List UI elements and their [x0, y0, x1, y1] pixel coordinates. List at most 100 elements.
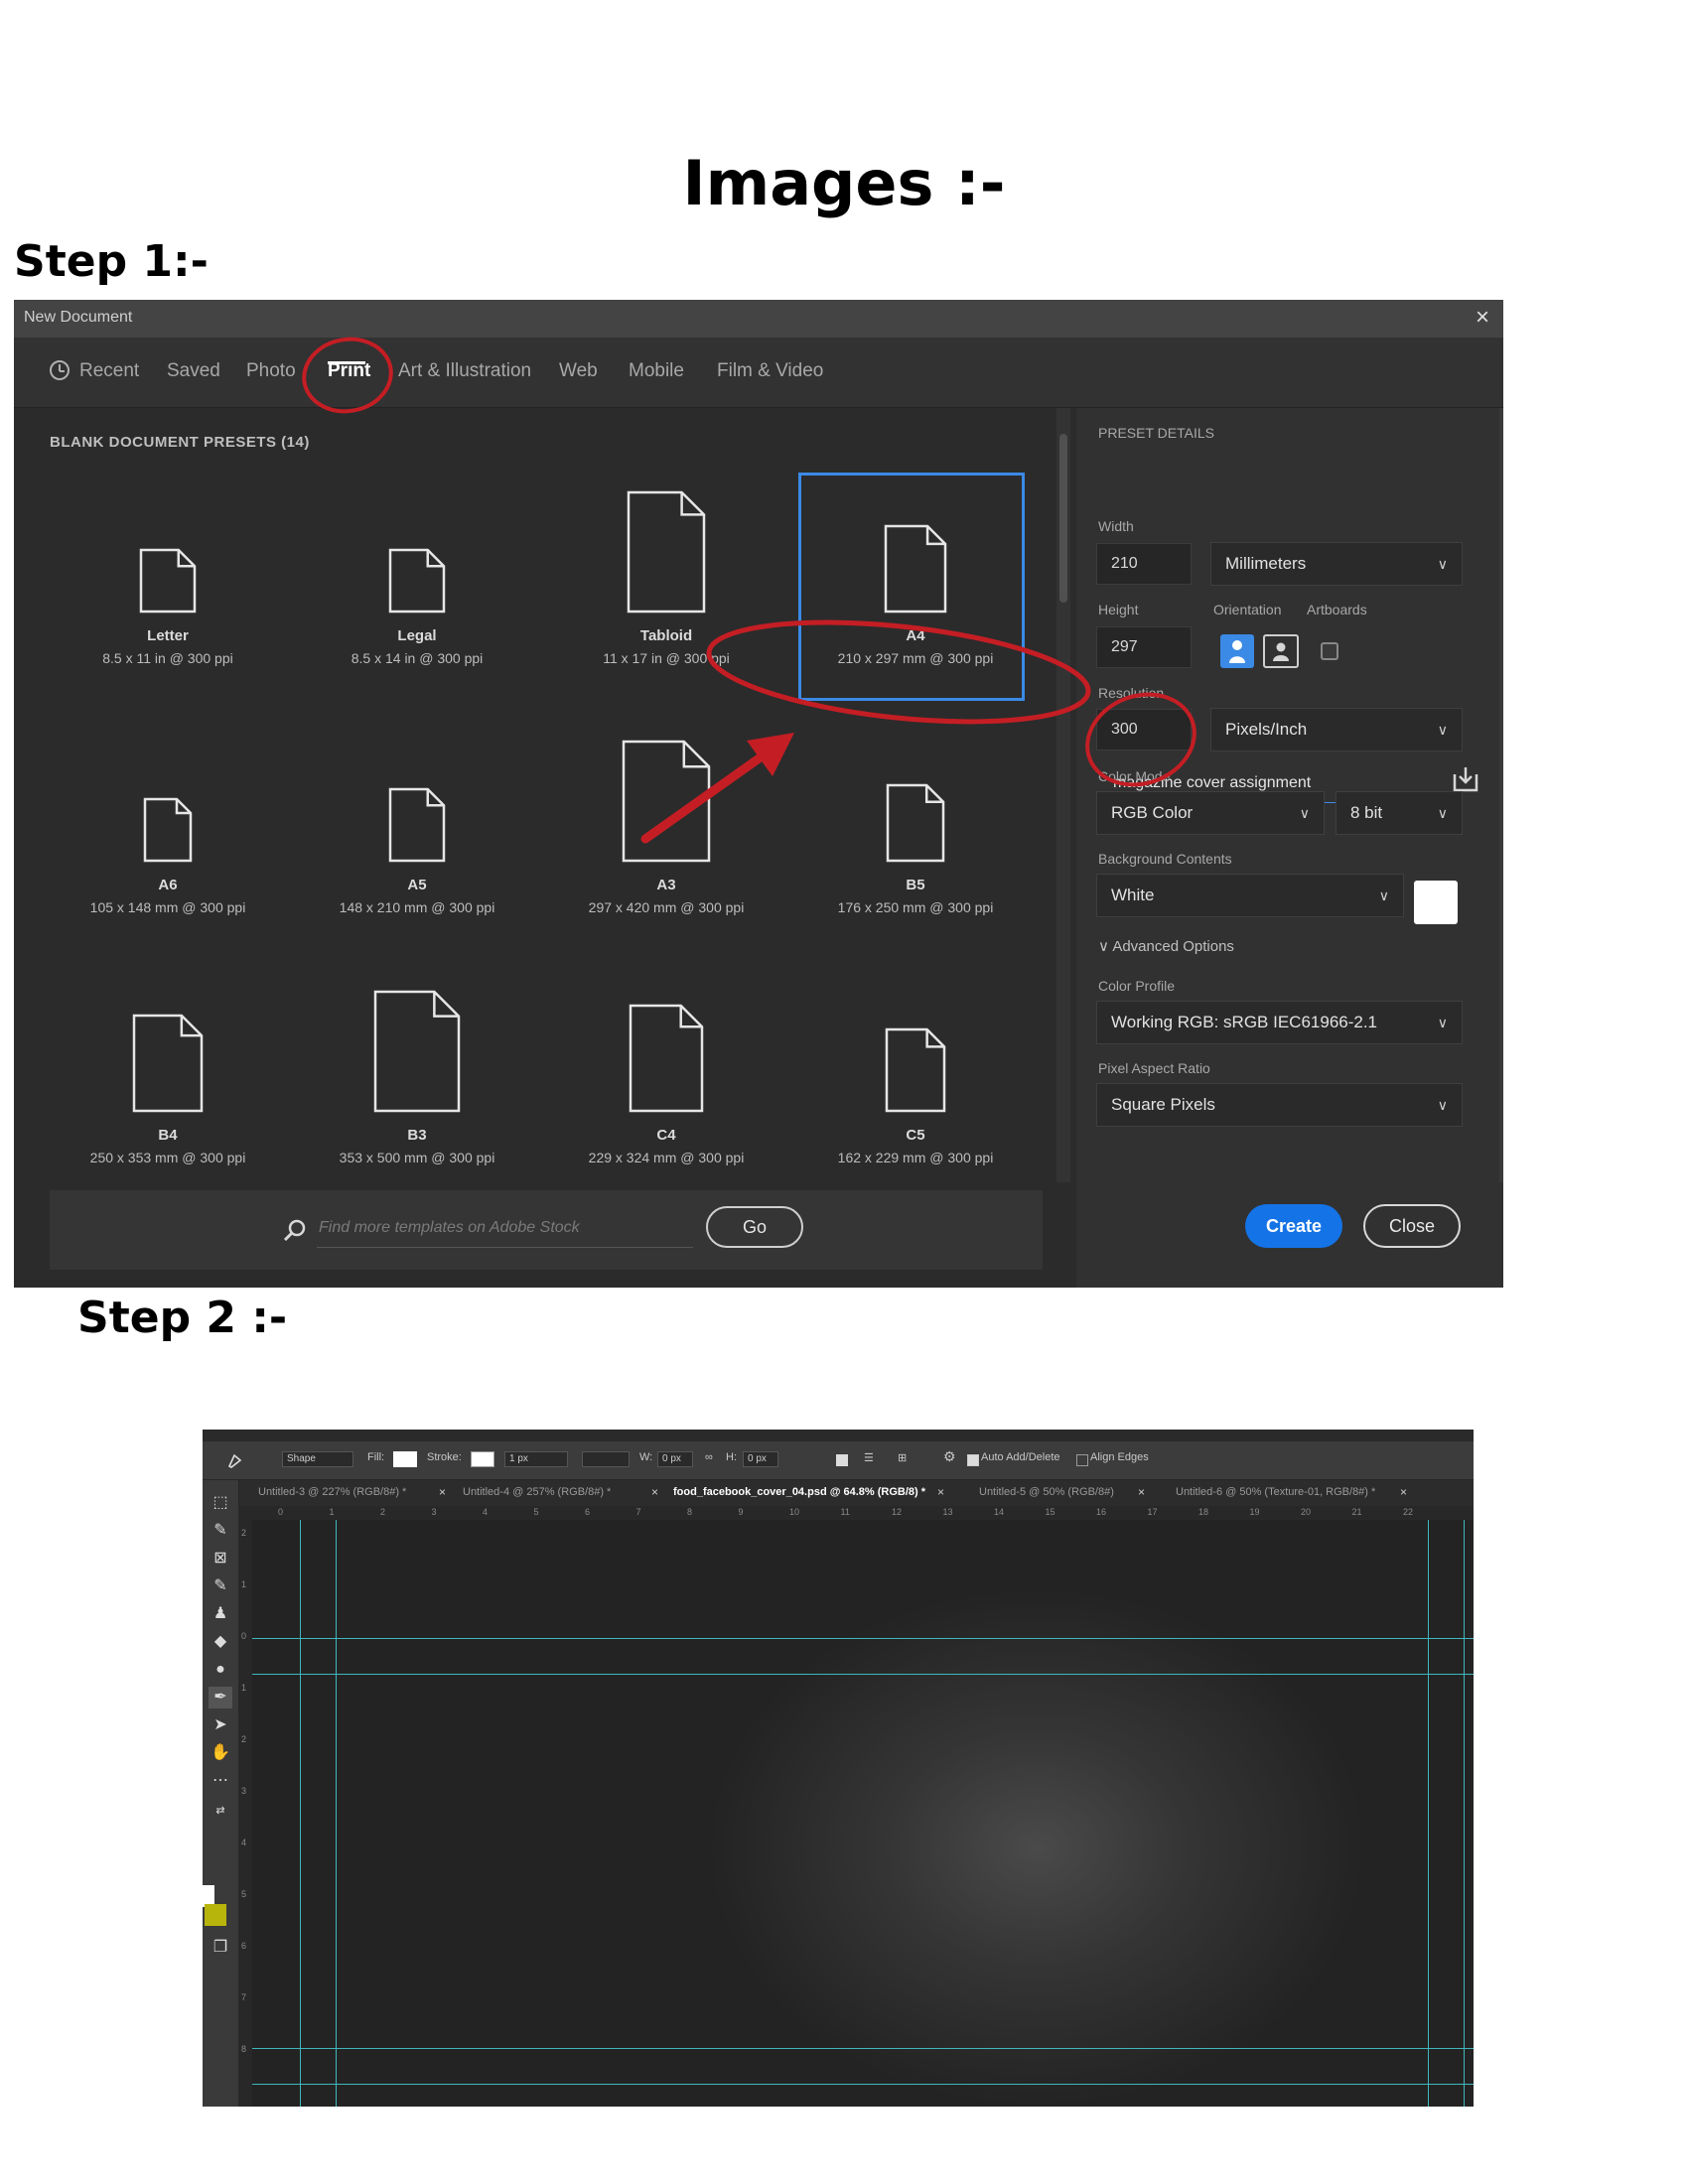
more-tools-icon[interactable]: ⋯	[209, 1770, 232, 1792]
close-icon[interactable]: ×	[1476, 304, 1489, 332]
chevron-down-icon: ∨	[1437, 1097, 1448, 1113]
w-field[interactable]: 0 px	[657, 1451, 693, 1467]
path-operations-icon[interactable]	[836, 1454, 848, 1466]
eraser-tool-icon[interactable]: ◆	[209, 1631, 232, 1653]
background-color-swatch[interactable]	[1414, 881, 1458, 924]
preset-a4[interactable]: A4 210 x 297 mm @ 300 ppi	[806, 488, 1025, 666]
tab-recent[interactable]: Recent	[79, 360, 139, 382]
healing-tool-icon[interactable]: ✎	[209, 1575, 232, 1597]
preset-a6[interactable]: A6 105 x 148 mm @ 300 ppi	[59, 738, 277, 915]
guide-line[interactable]	[252, 2048, 1474, 2049]
resolution-unit-dropdown[interactable]: Pixels/Inch ∨	[1210, 708, 1463, 751]
bit-depth-dropdown[interactable]: 8 bit ∨	[1336, 791, 1463, 835]
save-preset-icon[interactable]	[1451, 764, 1480, 794]
brush-tool-icon[interactable]: ✎	[209, 1520, 232, 1542]
preset-b4[interactable]: B4 250 x 353 mm @ 300 ppi	[59, 988, 277, 1165]
preset-b3[interactable]: B3 353 x 500 mm @ 300 ppi	[308, 988, 526, 1165]
preset-details-panel	[1076, 408, 1503, 1288]
auto-add-delete-checkbox[interactable]	[967, 1454, 979, 1466]
preset-c4[interactable]: C4 229 x 324 mm @ 300 ppi	[557, 988, 775, 1165]
background-contents-dropdown[interactable]: White ∨	[1096, 874, 1404, 917]
preset-legal[interactable]: Legal 8.5 x 14 in @ 300 ppi	[308, 488, 526, 666]
width-unit-dropdown[interactable]: Millimeters ∨	[1210, 542, 1463, 586]
close-icon[interactable]: ×	[937, 1485, 944, 1499]
burn-tool-icon[interactable]: ●	[209, 1659, 232, 1681]
preset-a5[interactable]: A5 148 x 210 mm @ 300 ppi	[308, 738, 526, 915]
close-icon[interactable]: ×	[651, 1485, 658, 1499]
tool-mode-dropdown[interactable]: Shape	[282, 1451, 353, 1467]
guide-line[interactable]	[300, 1520, 301, 2107]
chevron-down-icon: ∨	[1378, 887, 1389, 903]
align-edges-checkbox[interactable]	[1076, 1454, 1088, 1466]
pen-tool-icon[interactable]	[226, 1451, 246, 1469]
doc-tab[interactable]: Untitled-5 @ 50% (RGB/8#)	[979, 1486, 1114, 1498]
resolution-field[interactable]: 300	[1096, 709, 1192, 751]
close-icon[interactable]: ×	[1400, 1485, 1407, 1499]
go-button[interactable]: Go	[706, 1206, 803, 1248]
marquee-tool-icon[interactable]: ⬚	[209, 1492, 232, 1514]
color-profile-dropdown[interactable]: Working RGB: sRGB IEC61966-2.1 ∨	[1096, 1001, 1463, 1044]
landscape-orientation-button[interactable]	[1263, 634, 1299, 668]
details-scrollbar[interactable]	[1499, 408, 1503, 1182]
doc-tab[interactable]: Untitled-4 @ 257% (RGB/8#) *	[463, 1486, 611, 1498]
doc-tab-active[interactable]: food_facebook_cover_04.psd @ 64.8% (RGB/…	[673, 1486, 925, 1498]
stroke-swatch[interactable]	[471, 1451, 494, 1467]
preset-c5[interactable]: C5 162 x 229 mm @ 300 ppi	[806, 988, 1025, 1165]
preset-tabloid[interactable]: Tabloid 11 x 17 in @ 300 ppi	[557, 488, 775, 666]
height-field[interactable]: 297	[1096, 626, 1192, 668]
preset-b5[interactable]: B5 176 x 250 mm @ 300 ppi	[806, 738, 1025, 915]
link-icon[interactable]: ∞	[705, 1451, 713, 1463]
ruler-tick-label: 12	[892, 1507, 903, 1517]
document-canvas[interactable]	[252, 1520, 1474, 2107]
advanced-options-toggle[interactable]: ∨ Advanced Options	[1098, 937, 1234, 955]
path-arrangement-icon[interactable]: ⊞	[898, 1451, 907, 1464]
fill-swatch[interactable]	[393, 1451, 417, 1467]
tab-mobile[interactable]: Mobile	[629, 360, 684, 382]
create-button[interactable]: Create	[1245, 1204, 1342, 1248]
width-field[interactable]: 210	[1096, 543, 1192, 585]
tab-film-video[interactable]: Film & Video	[717, 360, 823, 382]
doc-tab[interactable]: Untitled-3 @ 227% (RGB/8#) *	[258, 1486, 406, 1498]
guide-line[interactable]	[252, 1674, 1474, 1675]
pixel-aspect-value: Square Pixels	[1111, 1095, 1215, 1114]
guide-line[interactable]	[1428, 1520, 1429, 2107]
screen-mode-icon[interactable]: ❐	[209, 1937, 232, 1959]
artboards-checkbox[interactable]	[1321, 642, 1338, 660]
close-button[interactable]: Close	[1363, 1204, 1461, 1248]
close-icon[interactable]: ×	[439, 1485, 446, 1499]
stamp-tool-icon[interactable]: ♟	[209, 1603, 232, 1625]
close-icon[interactable]: ×	[1138, 1485, 1145, 1499]
guide-line[interactable]	[1464, 1520, 1465, 2107]
guide-line[interactable]	[252, 1638, 1474, 1639]
swap-colors-icon[interactable]: ⇄	[209, 1800, 232, 1822]
doc-tab[interactable]: Untitled-6 @ 50% (Texture-01, RGB/8#) *	[1176, 1486, 1375, 1498]
frame-tool-icon[interactable]: ⊠	[209, 1548, 232, 1570]
pen-tool-icon[interactable]: ✒	[209, 1687, 232, 1708]
chevron-down-icon: ∨	[1437, 805, 1448, 821]
color-mode-dropdown[interactable]: RGB Color ∨	[1096, 791, 1325, 835]
guide-line[interactable]	[252, 2084, 1474, 2085]
gear-icon[interactable]: ⚙	[943, 1448, 956, 1465]
preset-a3[interactable]: A3 297 x 420 mm @ 300 ppi	[557, 738, 775, 915]
tab-art-illustration[interactable]: Art & Illustration	[398, 360, 531, 382]
tab-web[interactable]: Web	[559, 360, 598, 382]
presets-scrollbar-thumb[interactable]	[1059, 434, 1067, 603]
pixel-aspect-label: Pixel Aspect Ratio	[1098, 1060, 1210, 1076]
guide-line[interactable]	[336, 1520, 337, 2107]
tab-photo[interactable]: Photo	[246, 360, 296, 382]
preset-size: 250 x 353 mm @ 300 ppi	[89, 1150, 246, 1165]
hand-tool-icon[interactable]: ✋	[209, 1742, 232, 1764]
portrait-orientation-button[interactable]	[1220, 634, 1254, 668]
stock-search-input[interactable]	[317, 1209, 693, 1248]
background-contents-value: White	[1111, 886, 1155, 904]
path-alignment-icon[interactable]: ☰	[864, 1451, 874, 1464]
preset-letter[interactable]: Letter 8.5 x 11 in @ 300 ppi	[59, 488, 277, 666]
stroke-style-dropdown[interactable]	[582, 1451, 630, 1467]
tab-saved[interactable]: Saved	[167, 360, 220, 382]
ruler-tick-label: 7	[241, 1992, 247, 2002]
foreground-color-swatch[interactable]	[205, 1904, 226, 1926]
selection-tool-icon[interactable]: ➤	[209, 1714, 232, 1736]
stroke-width-field[interactable]: 1 px	[504, 1451, 568, 1467]
h-field[interactable]: 0 px	[743, 1451, 778, 1467]
pixel-aspect-dropdown[interactable]: Square Pixels ∨	[1096, 1083, 1463, 1127]
